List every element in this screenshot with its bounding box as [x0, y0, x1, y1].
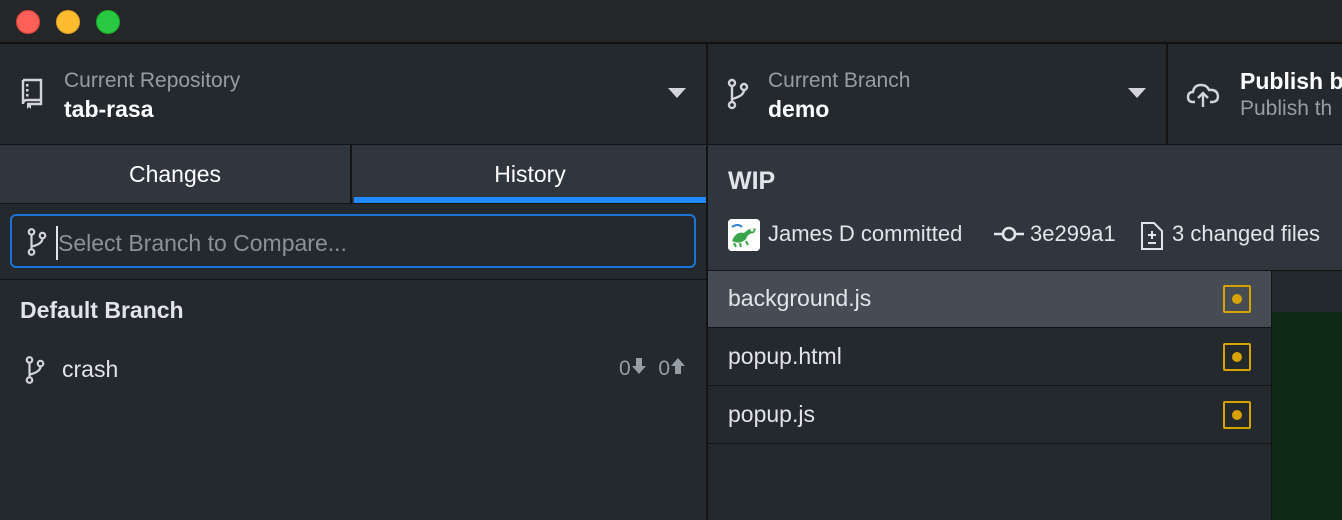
- divider: [0, 279, 706, 280]
- arrow-up-icon: [671, 358, 685, 374]
- modified-status-icon: [1223, 401, 1251, 429]
- current-repository-label: Current Repository: [64, 69, 241, 92]
- compare-branch-field[interactable]: [10, 214, 696, 268]
- ahead-behind-counts: 0 0: [619, 357, 686, 381]
- modified-status-icon: [1223, 285, 1251, 313]
- window-titlebar: [0, 0, 1342, 44]
- changed-files-list: background.js popup.html popup.js: [708, 271, 1272, 520]
- ahead-count: 0: [658, 357, 670, 380]
- file-row[interactable]: background.js: [708, 271, 1271, 328]
- branch-icon: [27, 228, 47, 256]
- tab-bar: Changes History: [0, 145, 706, 204]
- chevron-down-icon: [1128, 88, 1146, 98]
- commit-sha: 3e299a1: [1030, 221, 1116, 246]
- minimize-window-button[interactable]: [56, 10, 80, 34]
- file-name: popup.html: [728, 343, 842, 369]
- file-row[interactable]: popup.html: [708, 329, 1271, 386]
- toolbar: Current Repository tab-rasa Current Bran…: [0, 44, 1342, 145]
- tab-history[interactable]: History: [354, 145, 706, 203]
- chevron-down-icon: [668, 88, 686, 98]
- branch-icon: [25, 356, 45, 384]
- file-name: background.js: [728, 285, 872, 311]
- branch-list-item[interactable]: crash 0 0: [0, 349, 706, 391]
- current-branch-label: Current Branch: [768, 69, 911, 92]
- file-name: popup.js: [728, 401, 815, 427]
- diff-view[interactable]: [1272, 271, 1342, 520]
- compare-branch-input[interactable]: [56, 226, 680, 260]
- avatar: [728, 219, 760, 251]
- publish-branch-button[interactable]: Publish b Publish th: [1168, 44, 1342, 144]
- commit-author: James D committed: [768, 221, 963, 246]
- commit-icon: [994, 226, 1024, 242]
- current-repository-name: tab-rasa: [64, 96, 154, 122]
- publish-branch-title: Publish b: [1240, 68, 1342, 94]
- commit-summary: WIP James D committed 3e299a1 3 changed …: [708, 145, 1342, 271]
- history-sidebar: Changes History Default Branch crash 0 0: [0, 145, 708, 520]
- publish-branch-subtitle: Publish th: [1240, 97, 1333, 120]
- current-repository-dropdown[interactable]: Current Repository tab-rasa: [0, 44, 708, 144]
- commit-title: WIP: [728, 167, 776, 195]
- branch-name: crash: [62, 356, 119, 382]
- active-tab-indicator: [354, 197, 706, 203]
- changed-files-count: 3 changed files: [1172, 221, 1320, 246]
- default-branch-heading: Default Branch: [20, 297, 184, 323]
- branch-icon: [727, 78, 749, 110]
- tab-changes[interactable]: Changes: [0, 145, 352, 203]
- zoom-window-button[interactable]: [96, 10, 120, 34]
- commit-details: WIP James D committed 3e299a1 3 changed …: [708, 145, 1342, 520]
- file-diff-icon: [1141, 222, 1163, 250]
- cloud-upload-icon: [1186, 83, 1220, 107]
- arrow-down-icon: [631, 358, 646, 374]
- current-branch-dropdown[interactable]: Current Branch demo: [708, 44, 1168, 144]
- repo-icon: [21, 78, 43, 109]
- modified-status-icon: [1223, 343, 1251, 371]
- diff-added-lines: [1272, 312, 1342, 520]
- behind-count: 0: [618, 357, 631, 380]
- file-row[interactable]: popup.js: [708, 387, 1271, 444]
- close-window-button[interactable]: [16, 10, 40, 34]
- current-branch-name: demo: [768, 96, 830, 122]
